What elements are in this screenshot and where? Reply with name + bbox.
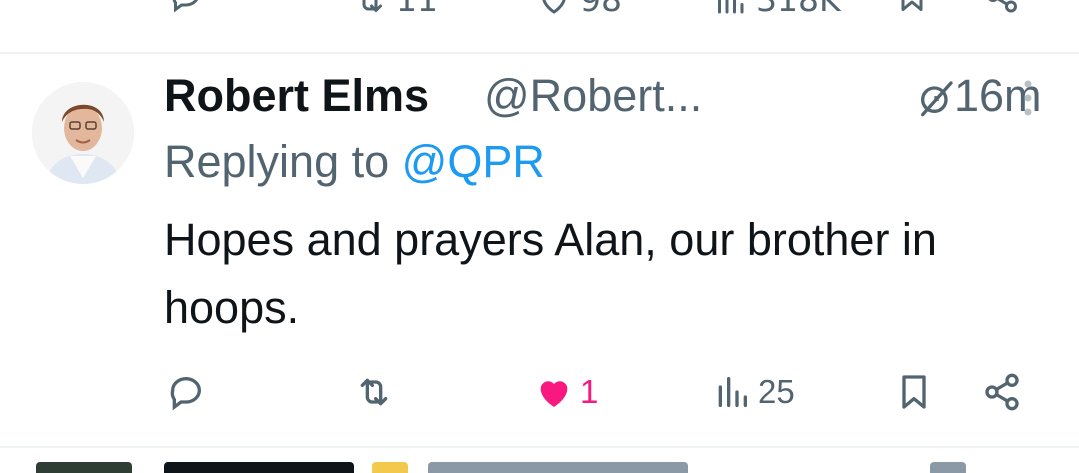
bookmark-button[interactable] — [894, 366, 934, 418]
like-button[interactable]: 1 — [534, 366, 598, 418]
divider — [0, 52, 1079, 54]
next-author-name-edge — [164, 462, 354, 473]
heart-icon — [542, 0, 566, 14]
avatar[interactable] — [32, 82, 134, 184]
retweet-icon — [362, 0, 382, 12]
like-count: 1 — [580, 373, 599, 410]
next-tweet-peek — [0, 462, 1079, 473]
grok-icon[interactable] — [916, 78, 956, 118]
prev-like-count: 98 — [580, 0, 622, 22]
retweet-button[interactable] — [354, 366, 400, 418]
prev-like-button[interactable]: 98 — [536, 0, 622, 22]
tweet-text: Hopes and prayers Alan, our brother in h… — [164, 214, 937, 333]
next-handle-edge — [428, 462, 688, 473]
next-avatar-edge — [36, 462, 132, 473]
share-button[interactable] — [982, 366, 1022, 418]
heart-icon — [540, 381, 568, 407]
prev-retweet-count: 11 — [396, 0, 438, 22]
prev-views-count: 318K — [756, 0, 841, 22]
retweet-icon — [360, 378, 388, 406]
share-icon — [988, 0, 1017, 13]
verified-badge-icon — [372, 462, 408, 473]
author-handle[interactable]: @Robert... — [484, 66, 702, 126]
replying-to-line: Replying to @QPR — [164, 132, 545, 192]
prev-tweet-action-bar: 11 98 318K — [0, 0, 1079, 22]
views-icon — [718, 377, 747, 407]
views-button[interactable]: 25 — [712, 366, 795, 418]
prev-reply-button[interactable] — [168, 0, 204, 14]
avatar-photo — [32, 82, 134, 184]
prev-bookmark-button[interactable] — [894, 0, 930, 14]
prev-share-button[interactable] — [984, 0, 1020, 14]
tweet-header: Robert Elms @Robert... · 16m — [164, 66, 1044, 126]
reply-icon — [170, 377, 201, 411]
bookmark-icon — [902, 375, 926, 409]
share-icon — [985, 373, 1019, 411]
bookmark-icon — [901, 0, 923, 11]
replying-prefix: Replying to — [164, 136, 390, 187]
reply-button[interactable] — [166, 366, 212, 418]
reply-icon — [172, 0, 198, 13]
timeline: 11 98 318K — [0, 0, 1079, 473]
tweet-action-bar: 1 25 — [0, 366, 1079, 418]
prev-views-button[interactable]: 318K — [712, 0, 841, 22]
views-count: 25 — [758, 373, 795, 410]
views-icon — [718, 0, 744, 14]
more-vertical-icon[interactable] — [1018, 76, 1038, 120]
divider — [0, 446, 1079, 448]
author-name[interactable]: Robert Elms — [164, 66, 429, 126]
replying-handle-link[interactable]: @QPR — [402, 136, 545, 187]
next-grok-icon-edge — [930, 462, 966, 473]
prev-retweet-button[interactable]: 11 — [352, 0, 438, 22]
